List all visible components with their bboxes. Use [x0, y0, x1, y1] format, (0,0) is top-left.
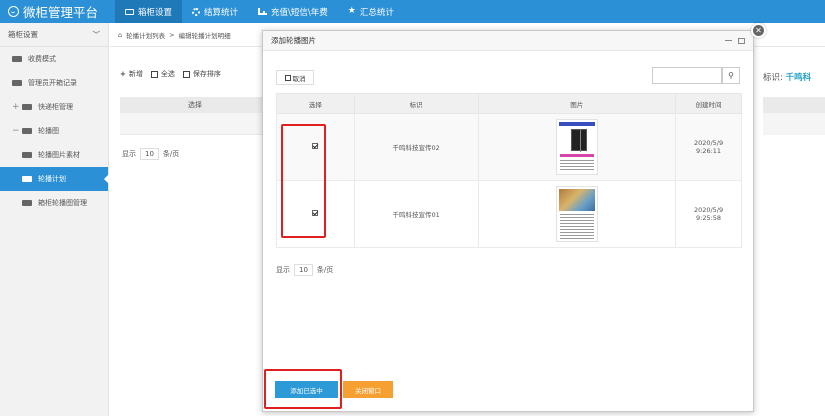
search-input[interactable] — [652, 67, 722, 84]
top-nav: 箱柜设置 结算统计 充值\短信\年费 ★ 汇总统计 — [115, 0, 404, 23]
topnav-recharge[interactable]: 充值\短信\年费 — [248, 0, 338, 23]
home-icon[interactable]: ⌂ — [118, 31, 122, 39]
row-checkbox[interactable] — [312, 210, 319, 216]
sidebar-item-cabinet-carousel[interactable]: 箱柜轮播图管理 — [0, 191, 108, 215]
page-size-select[interactable]: 10 — [140, 148, 159, 160]
window-controls — [725, 37, 745, 44]
row-date: 2020/5/9 — [693, 139, 724, 147]
row-checkbox[interactable] — [312, 143, 319, 149]
collapse-icon: − — [12, 126, 20, 136]
save-sort-button[interactable]: 保存排序 — [182, 69, 221, 79]
chart-icon — [258, 8, 268, 15]
toolbar: + 新增 全选 保存排序 — [120, 69, 221, 79]
row-time: 9:25:58 — [696, 214, 722, 222]
search-button[interactable]: ⚲ — [722, 67, 740, 84]
main-table-row — [120, 113, 270, 135]
identifier-value: 千鸣科 — [785, 73, 812, 83]
folder-icon — [22, 152, 32, 158]
add-button[interactable]: + 新增 — [120, 69, 143, 79]
row-identifier: 千鸣科技宣传01 — [353, 180, 479, 248]
maximize-icon[interactable] — [738, 37, 745, 44]
image-thumbnail — [555, 119, 598, 175]
monitor-icon — [125, 8, 134, 15]
close-window-button[interactable]: 关闭窗口 — [343, 381, 393, 398]
col-select: 选择 — [276, 93, 355, 114]
topnav-settlement[interactable]: 结算统计 — [182, 0, 248, 23]
plus-icon: + — [120, 70, 126, 78]
sidebar-item-carousel-assets[interactable]: 轮播图片素材 — [0, 143, 108, 167]
main-pager: 显示 10 条/页 — [122, 148, 180, 160]
sidebar-header[interactable]: 箱柜设置 ﹀ — [0, 23, 108, 47]
add-selected-button[interactable]: 添加已选中 — [275, 381, 338, 398]
row-identifier: 千鸣科技宣传02 — [353, 113, 479, 181]
col-created: 创建时间 — [675, 93, 742, 114]
folder-icon — [22, 104, 32, 110]
select-all-button[interactable]: 全选 — [150, 69, 175, 79]
topnav-cabinet-settings[interactable]: 箱柜设置 — [115, 0, 183, 23]
sidebar-item-carousel[interactable]: − 轮播图 — [0, 119, 108, 143]
right-table-row — [763, 113, 825, 135]
col-image: 图片 — [477, 93, 677, 114]
dialog-title: 添加轮播图片 — [271, 36, 316, 45]
folder-icon — [12, 80, 22, 86]
save-icon — [182, 70, 190, 78]
dialog-pager: 显示 10 条/页 — [276, 264, 334, 276]
table-row[interactable]: 千鸣科技宣传02 2020/5/9 9:26:11 — [276, 113, 742, 181]
sidebar-item-charge-mode[interactable]: 收费模式 — [0, 47, 108, 71]
folder-icon — [12, 56, 22, 62]
sidebar-item-carousel-plan[interactable]: 轮播计划 — [0, 167, 109, 191]
checkbox-icon — [284, 74, 291, 81]
cancel-button[interactable]: 取消 — [276, 70, 314, 85]
folder-icon — [22, 176, 32, 182]
brand-title: 微柜管理平台 — [23, 5, 99, 20]
right-table-header — [763, 97, 825, 113]
gear-icon — [192, 7, 201, 16]
main-table-header: 选择 — [120, 97, 270, 113]
topnav-summary[interactable]: ★ 汇总统计 — [338, 0, 404, 23]
image-table: 选择 标识 图片 创建时间 千鸣科技宣传02 2020/5/9 9:26:11 — [276, 93, 742, 248]
chevron-down-icon: ﹀ — [92, 30, 101, 39]
folder-icon — [22, 128, 32, 134]
row-time: 9:26:11 — [696, 147, 722, 155]
col-identifier: 标识 — [353, 93, 479, 114]
row-date: 2020/5/9 — [693, 206, 724, 214]
folder-icon — [22, 200, 32, 206]
top-navbar: 微柜管理平台 箱柜设置 结算统计 充值\短信\年费 ★ 汇总统计 — [0, 0, 825, 23]
breadcrumb-edit-detail: 编辑轮播计划明细 — [178, 31, 231, 40]
page-size-select[interactable]: 10 — [294, 264, 313, 276]
search-icon: ⚲ — [728, 71, 734, 80]
table-row[interactable]: 千鸣科技宣传01 2020/5/9 9:25:58 — [276, 180, 742, 248]
sidebar: 箱柜设置 ﹀ 收费模式 管理员开箱记录 + 快递柜管理 − 轮播图 轮播图片素材… — [0, 23, 109, 416]
expand-icon: + — [12, 102, 20, 112]
star-icon: ★ — [347, 6, 356, 16]
image-thumbnail — [555, 186, 598, 242]
breadcrumb-plan-list[interactable]: 轮播计划列表 — [126, 30, 165, 40]
sidebar-item-admin-open-log[interactable]: 管理员开箱记录 — [0, 71, 108, 95]
close-icon[interactable]: ✕ — [751, 23, 766, 38]
minimize-icon[interactable] — [725, 40, 732, 41]
checkbox-icon — [150, 70, 158, 78]
table-header-row: 选择 标识 图片 创建时间 — [276, 93, 742, 114]
identifier-label: 标识: 千鸣科 — [763, 73, 812, 83]
brand: 微柜管理平台 — [0, 2, 115, 21]
brand-logo-icon — [8, 6, 19, 17]
sidebar-item-locker-management[interactable]: + 快递柜管理 — [0, 95, 108, 119]
add-carousel-image-dialog: 添加轮播图片 ✕ 取消 ⚲ 选择 标识 图片 创建时间 千鸣科技宣传02 202… — [262, 23, 766, 412]
dialog-header: 添加轮播图片 — [263, 31, 753, 51]
